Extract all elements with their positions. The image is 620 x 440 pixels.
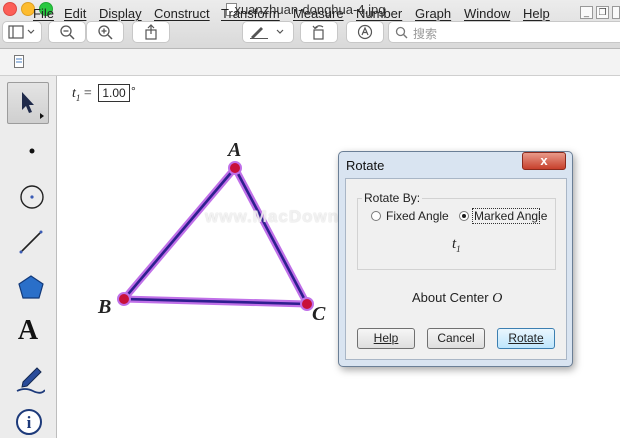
menu-transform[interactable]: Transform bbox=[221, 6, 280, 21]
point-a-label: A bbox=[228, 139, 242, 161]
fixed-angle-label[interactable]: Fixed Angle bbox=[386, 209, 449, 223]
marked-angle-name: t1 bbox=[452, 236, 461, 254]
marked-angle-label[interactable]: Marked Angle bbox=[474, 209, 547, 223]
cancel-button[interactable]: Cancel bbox=[427, 328, 485, 349]
menu-measure[interactable]: Measure bbox=[293, 6, 344, 21]
app-menubar bbox=[0, 49, 620, 76]
search-icon bbox=[395, 26, 408, 39]
rotate-left-icon bbox=[312, 25, 324, 40]
point-b-label: B bbox=[98, 296, 112, 318]
marked-angle-radio[interactable] bbox=[459, 211, 469, 221]
svg-text:i: i bbox=[27, 413, 32, 432]
line-segment-icon bbox=[19, 230, 43, 254]
menu-file[interactable]: File bbox=[33, 6, 54, 21]
menu-window[interactable]: Window bbox=[464, 6, 510, 21]
straightedge-tool[interactable] bbox=[7, 218, 49, 260]
polygon-tool[interactable] bbox=[7, 264, 49, 306]
polygon-icon bbox=[18, 275, 44, 299]
point-icon bbox=[29, 148, 35, 154]
mdi-close-button[interactable] bbox=[612, 6, 620, 19]
rotate-by-label: Rotate By: bbox=[362, 191, 423, 205]
menu-help[interactable]: Help bbox=[523, 6, 550, 21]
pen-icon bbox=[250, 27, 284, 39]
zoom-out-button[interactable] bbox=[48, 21, 86, 43]
zoom-in-icon bbox=[98, 25, 113, 40]
dialog-title: Rotate bbox=[346, 158, 385, 173]
arrow-cursor-icon bbox=[22, 92, 44, 119]
share-icon bbox=[145, 24, 157, 40]
annotate-button[interactable] bbox=[346, 21, 384, 43]
menu-construct[interactable]: Construct bbox=[154, 6, 210, 21]
menu-number[interactable]: Number bbox=[356, 6, 402, 21]
point-tool[interactable] bbox=[7, 126, 49, 168]
information-icon: i bbox=[16, 409, 42, 435]
about-center-text: About Center O bbox=[412, 290, 503, 306]
dialog-close-button[interactable]: x bbox=[522, 152, 566, 170]
menu-graph[interactable]: Graph bbox=[415, 6, 451, 21]
markup-button[interactable] bbox=[242, 21, 294, 43]
share-button[interactable] bbox=[132, 21, 170, 43]
information-tool[interactable]: i bbox=[7, 398, 49, 440]
menu-edit[interactable]: Edit bbox=[64, 6, 86, 21]
mdi-minimize-button[interactable]: _ bbox=[580, 6, 593, 19]
zoom-out-icon bbox=[60, 25, 75, 40]
arrow-select-tool[interactable] bbox=[7, 82, 49, 124]
help-button[interactable]: Help bbox=[357, 328, 415, 349]
point-c-label: C bbox=[312, 303, 326, 325]
sidebar-toggle-button[interactable] bbox=[2, 21, 42, 43]
rotate-confirm-button[interactable]: Rotate bbox=[497, 328, 555, 349]
sidebar-icon bbox=[8, 25, 35, 39]
parameter-value-box[interactable]: 1.00 bbox=[98, 84, 130, 102]
center-point-name: O bbox=[492, 291, 503, 306]
search-placeholder: 搜索 bbox=[413, 27, 438, 41]
marker-pen-icon bbox=[16, 367, 45, 394]
mdi-restore-button[interactable]: ❐ bbox=[596, 6, 609, 19]
search-field[interactable]: 搜索 bbox=[388, 21, 620, 43]
circle-icon bbox=[20, 185, 44, 209]
menu-display[interactable]: Display bbox=[99, 6, 142, 21]
app-document-icon[interactable] bbox=[14, 55, 26, 68]
text-tool[interactable]: A bbox=[7, 310, 49, 352]
fixed-angle-radio[interactable] bbox=[371, 211, 381, 221]
compass-tool[interactable] bbox=[7, 172, 49, 214]
parameter-unit: ° bbox=[131, 84, 136, 98]
parameter-label: t1 = bbox=[72, 86, 92, 103]
marker-tool[interactable] bbox=[7, 356, 49, 398]
annotate-icon bbox=[357, 24, 373, 40]
zoom-in-button[interactable] bbox=[86, 21, 124, 43]
rotate-button[interactable] bbox=[300, 21, 338, 43]
